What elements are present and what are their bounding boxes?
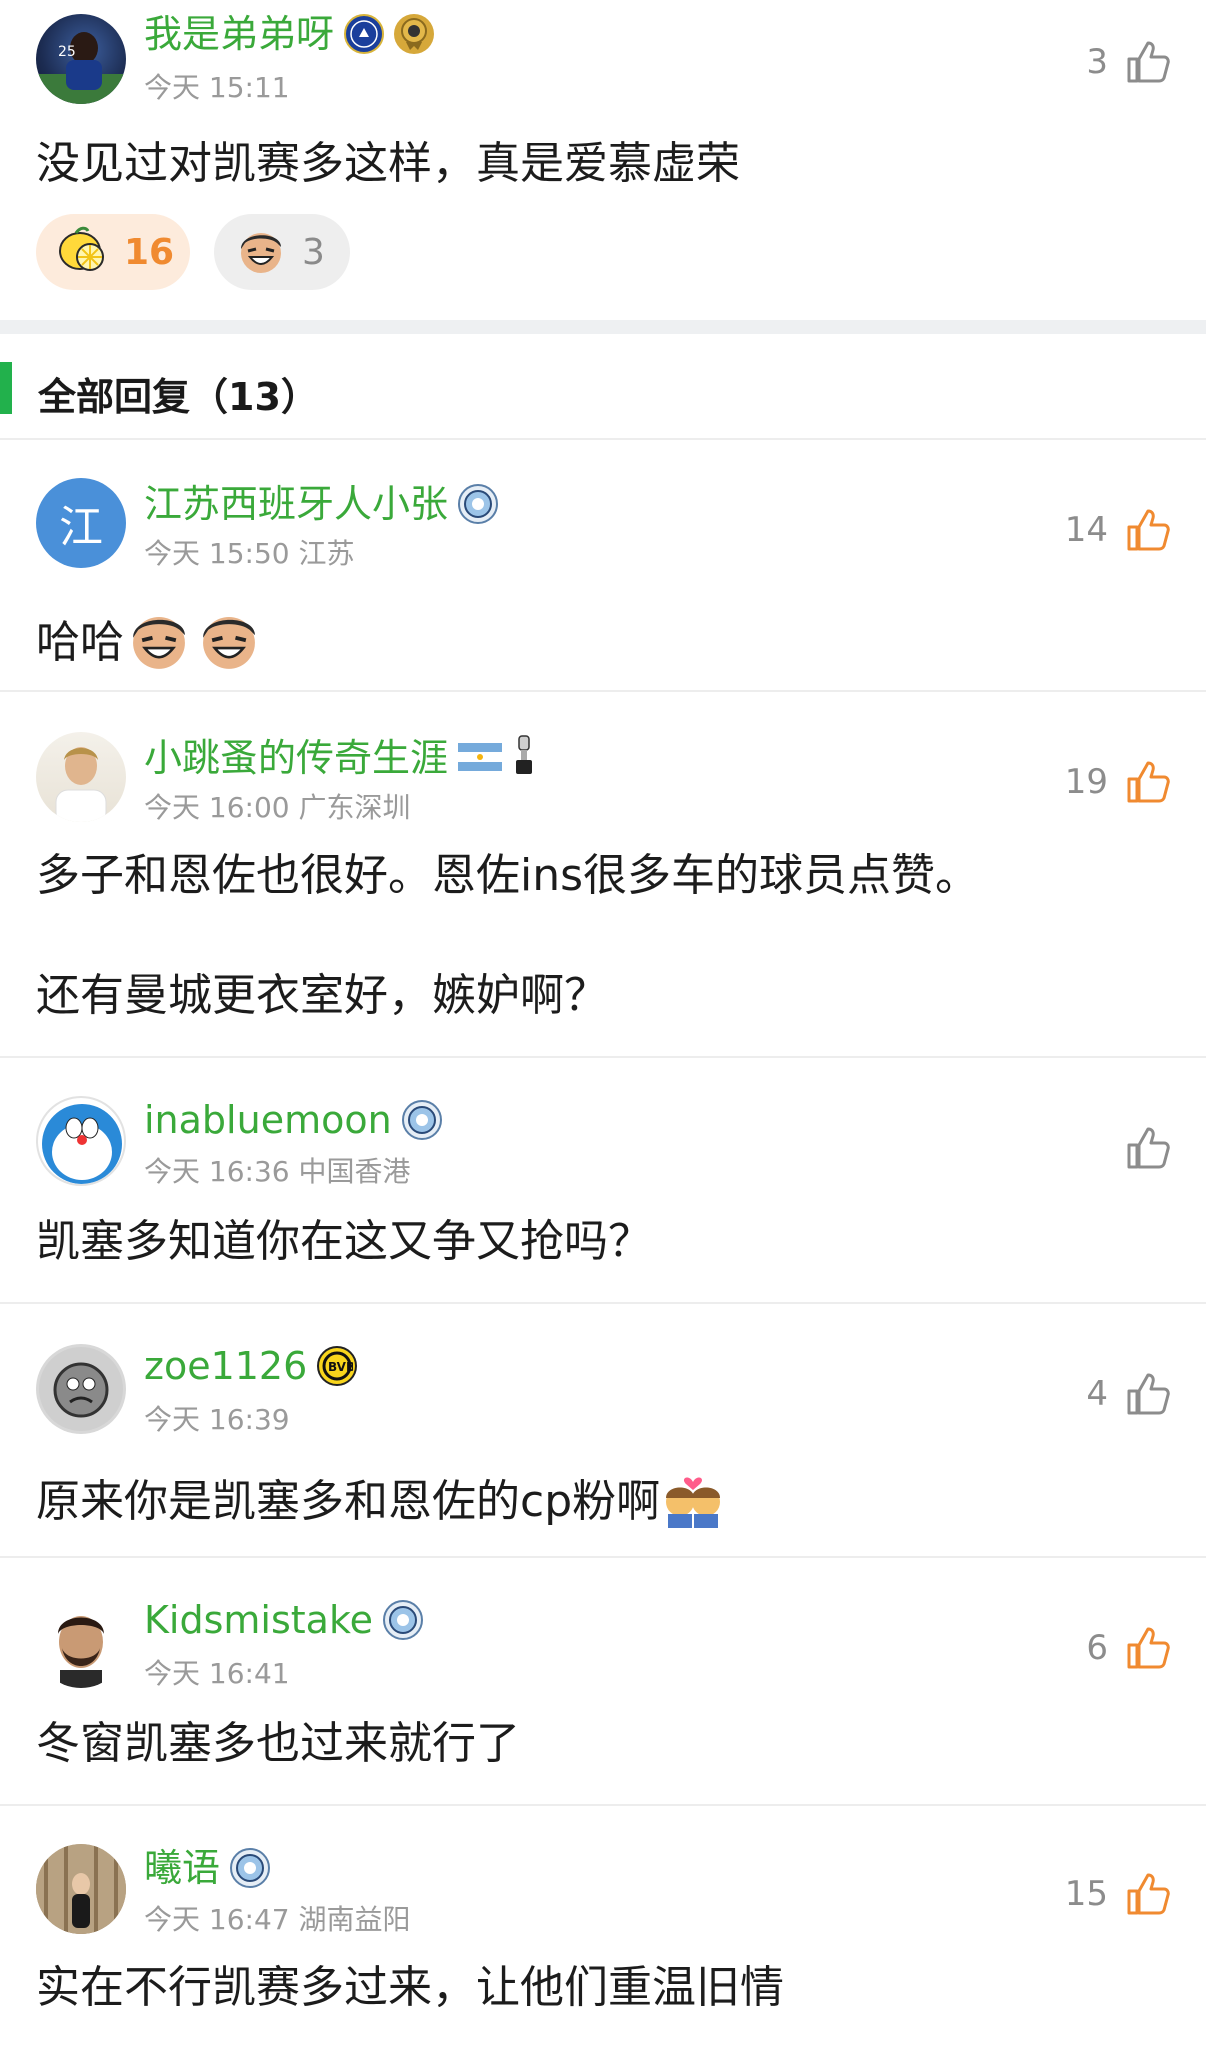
- username[interactable]: 江苏西班牙人小张: [144, 484, 499, 524]
- like-button[interactable]: [1108, 1124, 1172, 1172]
- comment-text: 凯塞多知道你在这又争又抢吗？: [36, 1216, 652, 1267]
- like-count: 3: [1086, 42, 1108, 82]
- username-text[interactable]: inabluemoon: [144, 1101, 392, 1139]
- timestamp: 今天 15:50 江苏: [144, 537, 355, 570]
- dortmund-badge-icon: BVB: [317, 1346, 358, 1386]
- like-button[interactable]: 15: [1065, 1870, 1172, 1918]
- thumbs-up-icon[interactable]: [1124, 1870, 1172, 1918]
- couple-with-heart-icon: [660, 1468, 726, 1536]
- like-count: 4: [1086, 1374, 1108, 1414]
- like-count: 6: [1086, 1628, 1108, 1668]
- like-count: 15: [1064, 1874, 1108, 1914]
- mancity-badge-icon: [458, 484, 499, 524]
- argentina-flag-icon: [458, 739, 503, 777]
- reply-item: 江 江苏西班牙人小张 今天 15:50 江苏 14 哈哈: [0, 440, 1206, 692]
- username-text[interactable]: 小跳蚤的传奇生涯: [144, 739, 448, 777]
- thumbs-up-icon[interactable]: [1124, 1370, 1172, 1418]
- reply-item: 曦语 今天 16:47 湖南益阳 15 实在不行凯赛多过来，让他们重温旧情: [0, 1806, 1206, 2046]
- username[interactable]: inabluemoon: [144, 1100, 442, 1140]
- comment-text: 没见过对凯赛多这样，真是爱慕虚荣: [36, 138, 740, 189]
- reactions: 16 3: [36, 214, 350, 290]
- username-text[interactable]: 江苏西班牙人小张: [144, 485, 448, 523]
- timestamp: 今天 16:00 广东深圳: [144, 791, 411, 824]
- username[interactable]: 我是弟弟呀: [144, 14, 435, 54]
- reply-item: inabluemoon 今天 16:36 中国香港 凯塞多知道你在这又争又抢吗？: [0, 1058, 1206, 1304]
- like-button[interactable]: 3: [1086, 38, 1172, 86]
- svg-text:25: 25: [58, 44, 76, 60]
- lemon-icon: [56, 225, 110, 279]
- avatar[interactable]: [36, 732, 126, 822]
- reaction-laugh[interactable]: 3: [214, 214, 350, 290]
- mancity-badge-icon: [230, 1848, 271, 1888]
- timestamp: 今天 16:39: [144, 1403, 290, 1436]
- thumbs-up-icon[interactable]: [1124, 38, 1172, 86]
- username[interactable]: Kidsmistake: [144, 1600, 423, 1640]
- laughing-face-icon: [234, 223, 288, 281]
- laughing-face-icon: [194, 604, 264, 682]
- mancity-badge-icon: [382, 1600, 423, 1640]
- comment-text: 哈哈: [36, 604, 264, 682]
- comment-text: 实在不行凯赛多过来，让他们重温旧情: [36, 1962, 784, 2013]
- username-text[interactable]: 我是弟弟呀: [144, 15, 334, 53]
- top-comment: 25 我是弟弟呀 今天 15:11 3 没见过对凯赛多这样，真是爱慕虚荣 16: [0, 0, 1206, 320]
- username-text[interactable]: 曦语: [144, 1849, 220, 1887]
- comment-text-line2: 还有曼城更衣室好，嫉妒啊？: [36, 970, 608, 1021]
- avatar[interactable]: [36, 1096, 126, 1186]
- reply-item: 小跳蚤的传奇生涯 今天 16:00 广东深圳 19 多子和恩佐也很好。恩佐ins…: [0, 692, 1206, 1058]
- like-count: 19: [1064, 762, 1108, 802]
- reply-item: zoe1126 BVB 今天 16:39 4 原来你是凯塞多和恩佐的cp粉啊: [0, 1304, 1206, 1558]
- chelsea-badge-icon: [344, 14, 385, 54]
- thumbs-up-icon[interactable]: [1124, 1624, 1172, 1672]
- avatar[interactable]: [36, 1344, 126, 1434]
- thumbs-up-icon[interactable]: [1124, 506, 1172, 554]
- svg-text:BVB: BVB: [328, 1360, 353, 1374]
- avatar[interactable]: 25: [36, 14, 126, 104]
- section-title: 全部回复（13）: [38, 375, 319, 419]
- reaction-count: 3: [302, 231, 325, 273]
- like-button[interactable]: 4: [1086, 1370, 1172, 1418]
- timestamp: 今天 16:36 中国香港: [144, 1155, 411, 1188]
- username-text[interactable]: zoe1126: [144, 1347, 307, 1385]
- reply-item: Kidsmistake 今天 16:41 6 冬窗凯塞多也过来就行了: [0, 1558, 1206, 1806]
- avatar[interactable]: [36, 1598, 126, 1688]
- thumbs-up-icon[interactable]: [1124, 1124, 1172, 1172]
- divider: [0, 320, 1206, 334]
- comment-text: 原来你是凯塞多和恩佐的cp粉啊: [36, 1468, 726, 1536]
- comment-text: 冬窗凯塞多也过来就行了: [36, 1718, 520, 1769]
- like-button[interactable]: 6: [1086, 1624, 1172, 1672]
- username[interactable]: 曦语: [144, 1848, 271, 1888]
- timestamp: 今天 16:47 湖南益阳: [144, 1903, 411, 1936]
- reaction-lemon[interactable]: 16: [36, 214, 190, 290]
- comment-text-content: 原来你是凯塞多和恩佐的cp粉啊: [36, 1476, 661, 1527]
- avatar[interactable]: 江: [36, 478, 126, 568]
- avatar-letter: 江: [59, 502, 103, 553]
- laughing-face-icon: [124, 604, 194, 682]
- comment-text: 多子和恩佐也很好。恩佐ins很多车的球员点赞。: [36, 850, 980, 901]
- timestamp: 今天 15:11: [144, 71, 290, 104]
- avatar[interactable]: [36, 1844, 126, 1934]
- medal-icon: [394, 14, 435, 54]
- thumbs-up-icon[interactable]: [1124, 758, 1172, 806]
- replies-header: 全部回复（13）: [0, 334, 1206, 440]
- username[interactable]: 小跳蚤的传奇生涯: [144, 734, 536, 782]
- reaction-count: 16: [124, 231, 175, 273]
- trophy-icon: [512, 734, 536, 782]
- like-count: 14: [1064, 510, 1108, 550]
- username-text[interactable]: Kidsmistake: [144, 1601, 373, 1639]
- like-button[interactable]: 19: [1065, 758, 1172, 806]
- like-button[interactable]: 14: [1065, 506, 1172, 554]
- mancity-badge-icon: [401, 1100, 442, 1140]
- comment-text-content: 哈哈: [36, 617, 124, 668]
- section-accent-bar: [0, 362, 12, 414]
- username[interactable]: zoe1126 BVB: [144, 1346, 358, 1386]
- timestamp: 今天 16:41: [144, 1657, 290, 1690]
